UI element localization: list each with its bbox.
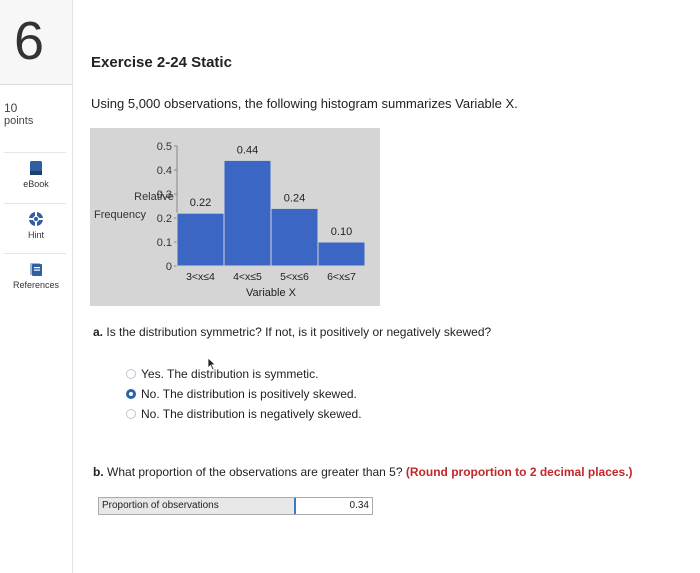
- y-tick-label: 0.1: [157, 237, 172, 249]
- y-tick-label: 0.4: [157, 165, 172, 177]
- radio-button[interactable]: [126, 369, 136, 379]
- part-b-question: b. What proportion of the observations a…: [93, 465, 633, 479]
- part-a-question: a. Is the distribution symmetric? If not…: [93, 325, 491, 339]
- radio-option-label: No. The distribution is negatively skewe…: [141, 407, 362, 421]
- y-axis-label: Relative: [134, 191, 174, 203]
- histogram-chart: 0 0.1 0.2 0.3 0.4 0.5 Relative Frequency 0.22 3<x…: [90, 128, 380, 306]
- references-label: References: [12, 280, 60, 290]
- rounding-instruction: (Round proportion to 2 decimal places.): [405, 465, 633, 479]
- question-sidebar: 6 10 points eBook Hint References: [0, 0, 73, 573]
- x-tick-label: 6<x≤7: [327, 271, 356, 283]
- hint-label: Hint: [27, 230, 44, 240]
- histogram-svg: 00.10.20.30.40.5RelativeFrequency0.223<x…: [94, 141, 366, 299]
- part-b-text: What proportion of the observations are …: [107, 465, 403, 479]
- radio-option[interactable]: Yes. The distribution is symmetic.: [126, 366, 318, 382]
- x-axis-label: Variable X: [246, 287, 297, 299]
- part-a-prefix: a.: [93, 325, 104, 339]
- question-number-box: 6: [0, 0, 72, 85]
- sidebar-divider: [4, 203, 66, 204]
- histogram-bar: [317, 241, 366, 267]
- sidebar-divider: [4, 253, 66, 254]
- bar-value-label: 0.44: [237, 144, 258, 156]
- part-b-prefix: b.: [93, 465, 104, 479]
- mouse-cursor-icon: [207, 357, 217, 371]
- x-tick-label: 3<x≤4: [186, 271, 215, 283]
- sidebar-divider: [4, 152, 66, 153]
- part-a-text: Is the distribution symmetric? If not, i…: [106, 325, 492, 339]
- exercise-intro: Using 5,000 observations, the following …: [91, 96, 518, 111]
- references-button[interactable]: References: [0, 261, 72, 290]
- y-tick-label: 0.2: [157, 213, 172, 225]
- y-axis-label: Frequency: [94, 209, 146, 221]
- answer-label: Proportion of observations: [99, 498, 294, 514]
- histogram-bar: [270, 207, 319, 267]
- ebook-button[interactable]: eBook: [0, 160, 72, 189]
- exercise-title: Exercise 2-24 Static: [91, 54, 232, 71]
- answer-row: Proportion of observations 0.34: [98, 497, 373, 515]
- proportion-input[interactable]: 0.34: [294, 498, 372, 514]
- points-label: points: [4, 115, 34, 127]
- points-info: 10 points: [4, 102, 33, 128]
- radio-button[interactable]: [126, 389, 136, 399]
- bar-value-label: 0.10: [331, 226, 352, 238]
- histogram-bar: [223, 159, 272, 267]
- radio-option[interactable]: No. The distribution is positively skewe…: [126, 386, 357, 402]
- ebook-label: eBook: [23, 179, 49, 189]
- y-tick-label: 0.5: [157, 141, 172, 153]
- bar-value-label: 0.24: [284, 192, 305, 204]
- histogram-bar: [176, 212, 225, 267]
- points-value: 10: [4, 101, 18, 115]
- radio-option-label: No. The distribution is positively skewe…: [141, 387, 357, 401]
- hint-button[interactable]: Hint: [0, 211, 72, 240]
- y-tick-label: 0: [166, 261, 172, 273]
- references-icon: [30, 263, 42, 276]
- x-tick-label: 5<x≤6: [280, 271, 309, 283]
- ebook-icon: [30, 161, 42, 175]
- radio-option[interactable]: No. The distribution is negatively skewe…: [126, 406, 362, 422]
- radio-button[interactable]: [126, 409, 136, 419]
- radio-option-label: Yes. The distribution is symmetic.: [141, 367, 319, 381]
- question-number: 6: [14, 11, 44, 71]
- hint-icon: [29, 212, 43, 226]
- bar-value-label: 0.22: [190, 197, 211, 209]
- x-tick-label: 4<x≤5: [233, 271, 262, 283]
